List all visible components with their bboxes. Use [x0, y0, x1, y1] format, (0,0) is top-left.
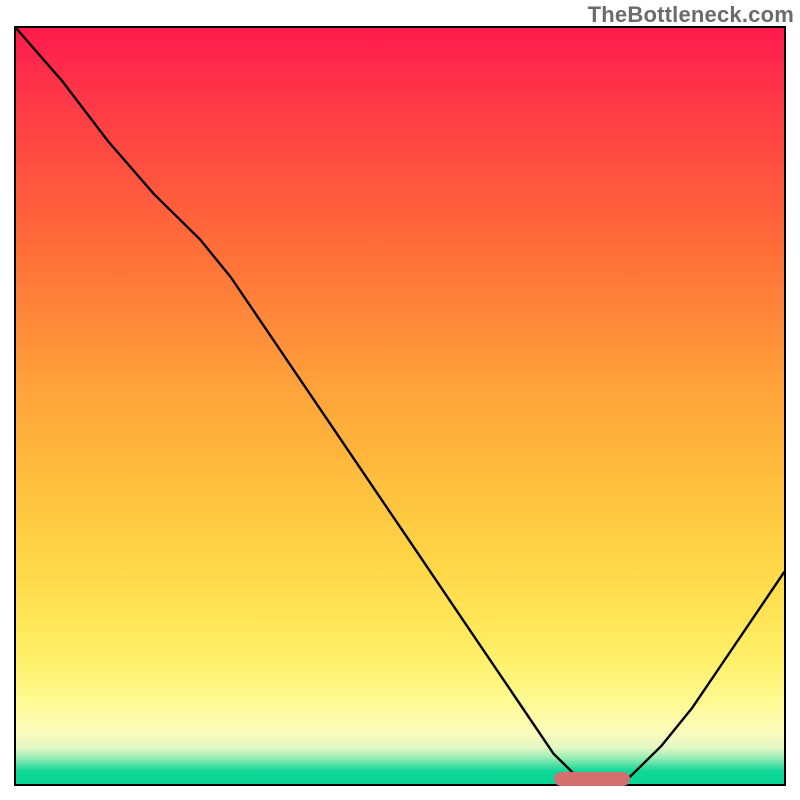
watermark-text: TheBottleneck.com	[588, 2, 794, 28]
optimal-marker	[554, 772, 631, 786]
chart-container: TheBottleneck.com	[0, 0, 800, 800]
curve-layer	[16, 28, 784, 784]
plot-area	[14, 26, 786, 786]
bottleneck-curve	[16, 28, 784, 780]
